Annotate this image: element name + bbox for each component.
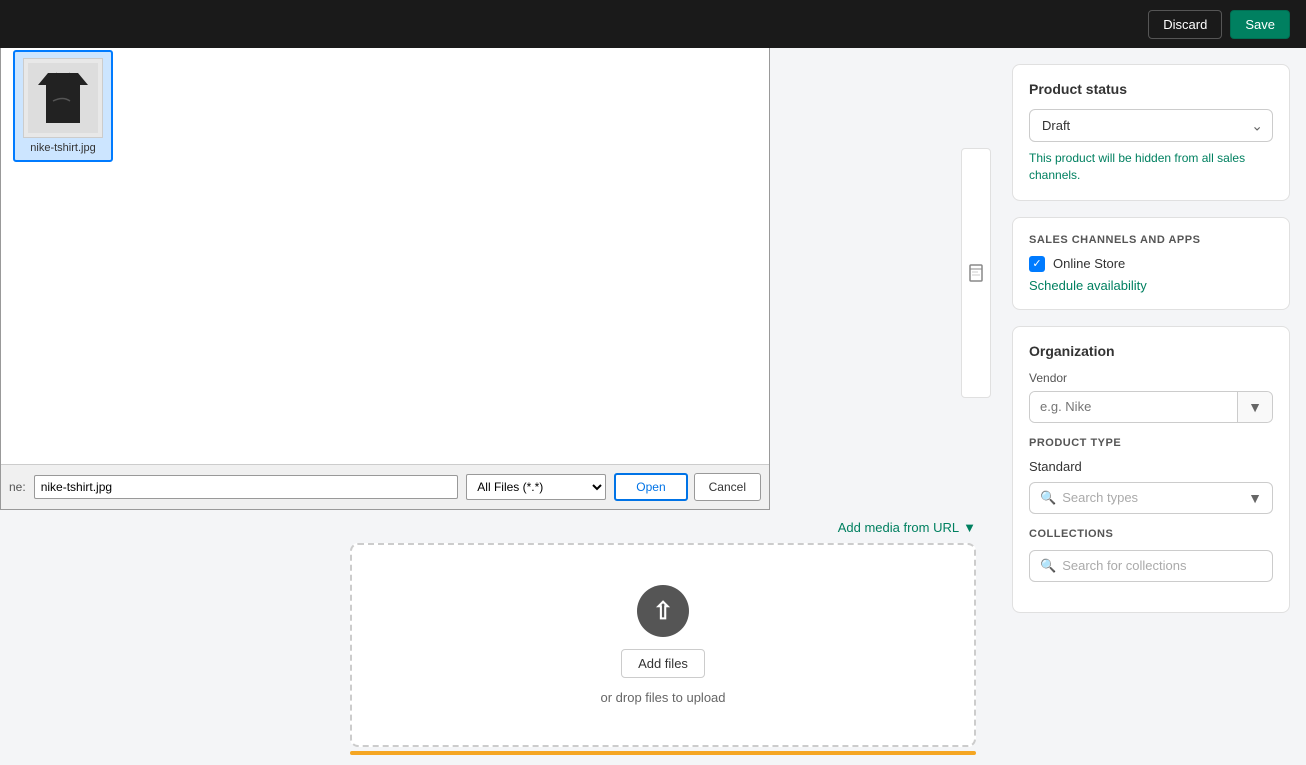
vendor-dropdown-btn[interactable]: ▼ [1237, 392, 1272, 422]
collections-section-label: COLLECTIONS [1029, 528, 1273, 540]
product-type-section: PRODUCT TYPE Standard 🔍 ▼ [1029, 437, 1273, 514]
file-thumbnail [23, 58, 103, 138]
discard-button[interactable]: Discard [1148, 10, 1222, 39]
right-sidebar: Product status Draft Active This product… [996, 48, 1306, 765]
status-note: This product will be hidden from all sal… [1029, 150, 1273, 184]
vendor-section: Vendor ▼ [1029, 371, 1273, 423]
online-store-checkbox[interactable] [1029, 256, 1045, 272]
save-button[interactable]: Save [1230, 10, 1290, 39]
search-collections-wrap: 🔍 [1029, 550, 1273, 582]
file-name: nike-tshirt.jpg [30, 142, 95, 154]
product-status-title: Product status [1029, 81, 1273, 97]
vendor-input-wrap: ▼ [1029, 391, 1273, 423]
media-section: Add media from URL ▼ ⇧ Add files or drop… [350, 520, 976, 755]
add-media-row: Add media from URL ▼ [350, 520, 976, 535]
search-collections-input[interactable] [1062, 558, 1262, 573]
dialog-action-buttons: Open Cancel [614, 473, 761, 501]
tshirt-preview [28, 63, 98, 133]
vendor-label: Vendor [1029, 371, 1273, 385]
schedule-availability-link[interactable]: Schedule availability [1029, 278, 1273, 293]
progress-bar [350, 751, 976, 755]
file-item[interactable]: nike-tshirt.jpg [13, 50, 113, 162]
file-list-area: nike-tshirt.jpg [1, 38, 769, 464]
filetype-select[interactable]: All Files (*.*) [466, 474, 606, 500]
organization-title: Organization [1029, 343, 1273, 359]
drop-hint-text: or drop files to upload [600, 690, 725, 705]
search-types-wrap: 🔍 ▼ [1029, 482, 1273, 514]
partial-panel-indicator [961, 148, 991, 398]
upload-icon: ⇧ [637, 585, 689, 637]
add-media-url-button[interactable]: Add media from URL ▼ [838, 520, 976, 535]
add-files-button[interactable]: Add files [621, 649, 705, 678]
search-collections-icon: 🔍 [1040, 558, 1056, 574]
cancel-button[interactable]: Cancel [694, 473, 761, 501]
product-type-value: Standard [1029, 459, 1273, 474]
organization-card: Organization Vendor ▼ PRODUCT TYPE Stand… [1012, 326, 1290, 613]
filename-label: ne: [9, 480, 26, 494]
status-select-wrapper: Draft Active [1029, 109, 1273, 142]
product-type-section-label: PRODUCT TYPE [1029, 437, 1273, 449]
collections-section: COLLECTIONS 🔍 [1029, 528, 1273, 582]
channel-item-online: Online Store [1029, 256, 1273, 272]
upload-arrow-icon: ⇧ [653, 597, 673, 626]
search-types-icon: 🔍 [1040, 490, 1056, 506]
file-dialog-body: nike-tshirt.jpg [1, 38, 769, 464]
add-media-label: Add media from URL [838, 520, 959, 535]
file-dialog-footer: ne: All Files (*.*) Open Cancel [1, 464, 769, 509]
sales-channels-label: SALES CHANNELS AND APPS [1029, 234, 1273, 246]
filename-input[interactable] [34, 475, 459, 499]
open-button[interactable]: Open [614, 473, 687, 501]
file-dialog: PC > Desktop > products ▼ ↻ 🔍 ▦ ◫ ? [0, 0, 770, 510]
vendor-input[interactable] [1030, 392, 1237, 422]
search-types-input[interactable] [1062, 490, 1242, 505]
panel-icon [968, 263, 984, 283]
upload-drop-zone[interactable]: ⇧ Add files or drop files to upload [350, 543, 976, 747]
product-status-card: Product status Draft Active This product… [1012, 64, 1290, 201]
top-bar: Discard Save [0, 0, 1306, 48]
sales-channels-card: SALES CHANNELS AND APPS Online Store Sch… [1012, 217, 1290, 310]
status-select[interactable]: Draft Active [1029, 109, 1273, 142]
online-store-label: Online Store [1053, 256, 1125, 271]
filename-input-wrap [34, 475, 459, 499]
dropdown-arrow-icon: ▼ [963, 520, 976, 535]
search-types-dropdown-btn[interactable]: ▼ [1248, 490, 1262, 506]
